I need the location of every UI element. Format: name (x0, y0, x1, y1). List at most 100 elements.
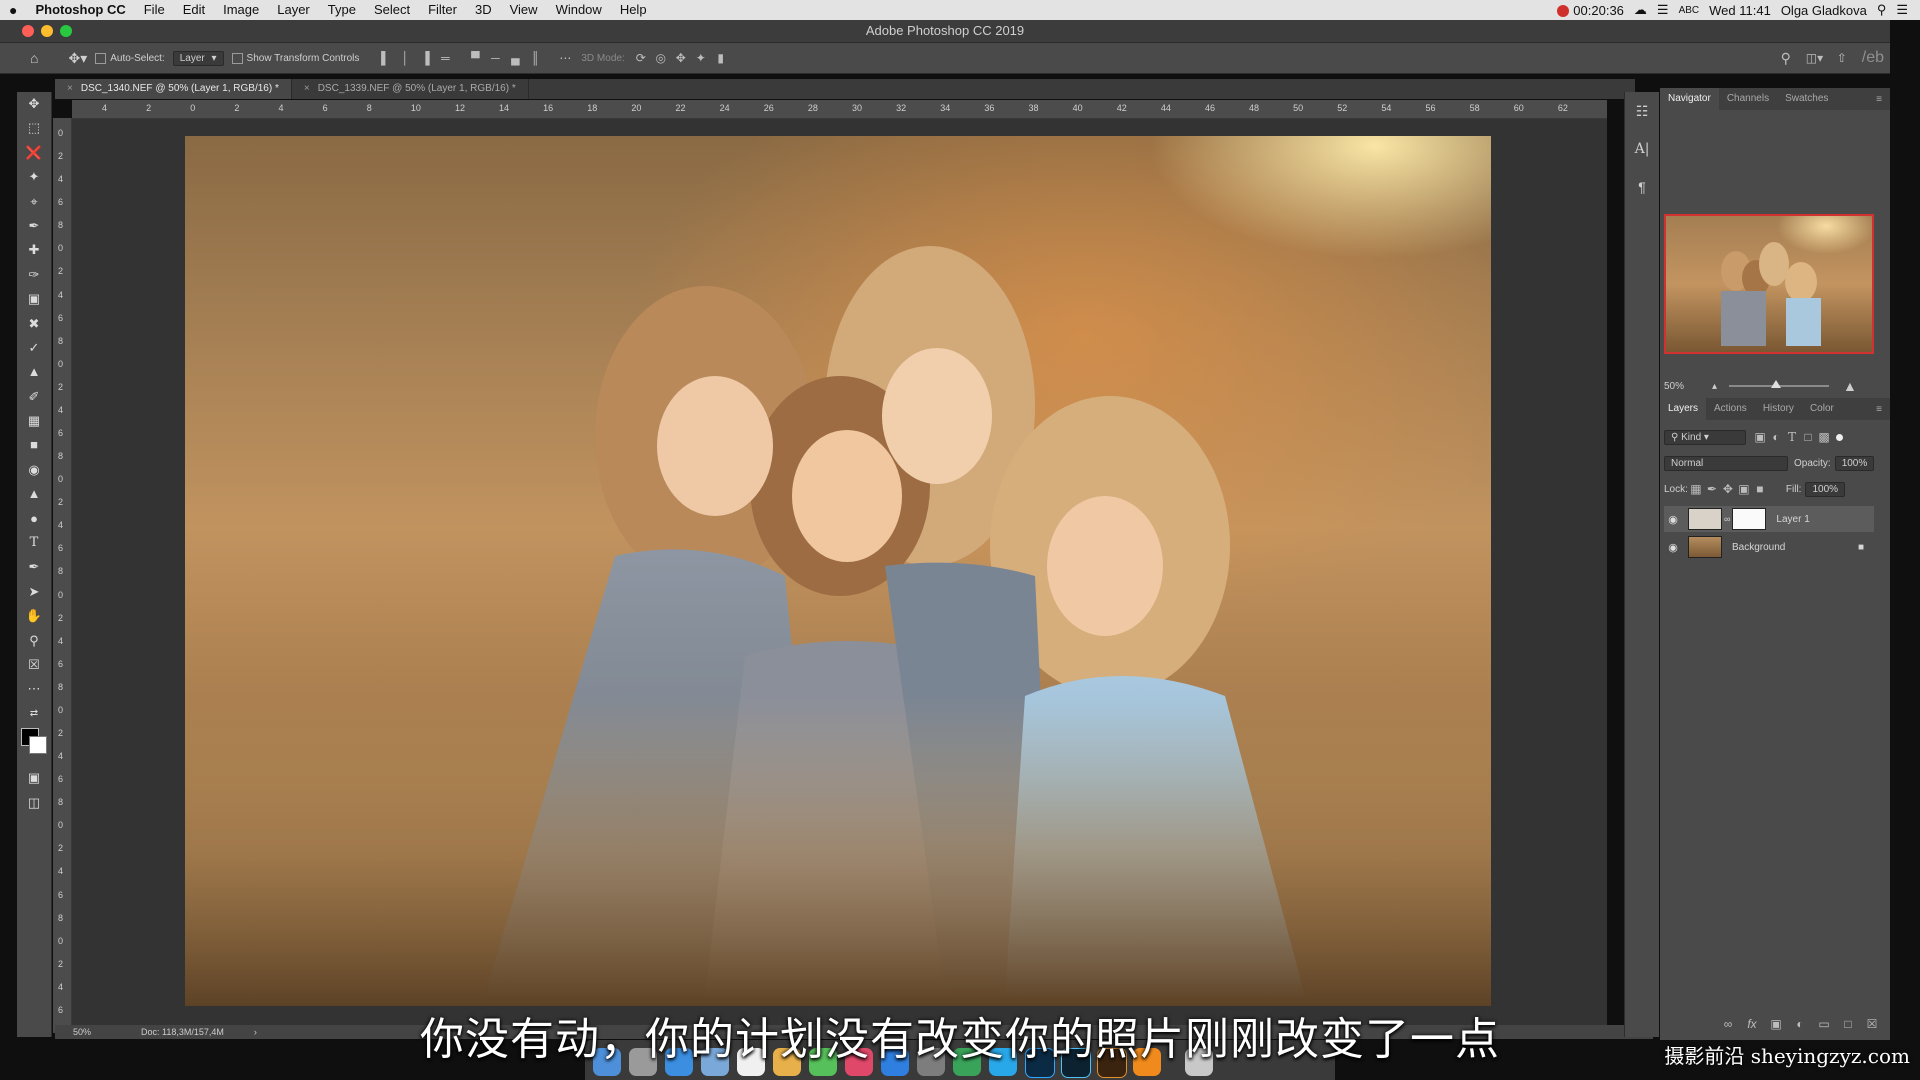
brush-tool-icon[interactable]: ✑ (17, 263, 51, 287)
lock-artboard-icon[interactable]: ▣ (1736, 482, 1752, 496)
tab-document-1340[interactable]: × DSC_1340.NEF @ 50% (Layer 1, RGB/16) * (55, 79, 292, 99)
opacity-field[interactable]: 100% (1834, 455, 1875, 471)
tab-actions[interactable]: Actions (1706, 398, 1755, 420)
tab-navigator[interactable]: Navigator (1660, 88, 1719, 110)
align-middle-icon[interactable]: ─ (487, 51, 503, 65)
menu-layer[interactable]: Layer (268, 0, 319, 20)
paragraph-panel-icon[interactable]: ¶ (1625, 168, 1659, 206)
stamp-tool-icon[interactable]: ▲ (17, 360, 51, 384)
menu-file[interactable]: File (135, 0, 174, 20)
lock-all-icon[interactable]: ■ (1752, 482, 1768, 496)
filter-pixel-icon[interactable]: ▣ (1752, 430, 1768, 444)
layer-1-mask-thumbnail[interactable] (1732, 508, 1767, 530)
menu-image[interactable]: Image (214, 0, 268, 20)
gradient-tool-icon[interactable]: ■ (17, 433, 51, 457)
character-panel-icon[interactable]: A| (1625, 130, 1659, 168)
recording-indicator[interactable]: 00:20:36 (1557, 3, 1624, 18)
zoom-slider-handle[interactable] (1771, 380, 1782, 388)
zoom-tool-icon[interactable]: ⚲ (17, 629, 51, 653)
auto-select-checkbox[interactable] (95, 52, 107, 64)
minimize-window-button[interactable] (41, 25, 53, 37)
distribute-icon[interactable]: ═ (437, 51, 453, 65)
zoom-window-button[interactable] (60, 25, 72, 37)
background-color-swatch[interactable] (29, 736, 47, 755)
3d-camera-icon[interactable]: ▮ (713, 51, 729, 65)
menu-help[interactable]: Help (611, 0, 656, 20)
cloud-icon[interactable]: ☁ (1634, 2, 1647, 18)
menu-type[interactable]: Type (319, 0, 365, 20)
navigator-zoom-value[interactable]: 50% (1664, 381, 1704, 392)
share-icon[interactable]: ⇧ (1834, 51, 1850, 65)
menu-select[interactable]: Select (365, 0, 419, 20)
screen-mode-icon[interactable]: ◫ (17, 791, 51, 815)
menu-filter[interactable]: Filter (419, 0, 466, 20)
close-tab-icon[interactable]: × (67, 83, 73, 94)
align-right-icon[interactable]: ▐ (417, 51, 433, 65)
color-swatches[interactable] (17, 726, 51, 766)
crop-tool-icon[interactable]: ⌖ (17, 190, 51, 214)
mixer-brush-tool-icon[interactable]: ✓ (17, 336, 51, 360)
filter-type-icon[interactable]: T (1784, 430, 1800, 444)
search-icon[interactable]: ⚲ (1778, 50, 1794, 67)
sharpen-tool-icon[interactable]: ▲ (17, 482, 51, 506)
show-transform-checkbox[interactable] (231, 52, 243, 64)
history-brush-tool-icon[interactable]: ✖ (17, 312, 51, 336)
keyboard-input-indicator[interactable]: ABC (1679, 5, 1700, 16)
tab-color[interactable]: Color (1802, 398, 1842, 420)
tab-document-1339[interactable]: × DSC_1339.NEF @ 50% (Layer 1, RGB/16) * (292, 79, 529, 99)
3d-roll-icon[interactable]: ◎ (653, 51, 669, 65)
quick-mask-icon[interactable]: ▣ (17, 766, 51, 790)
dodge-tool-icon[interactable]: ● (17, 507, 51, 531)
blend-mode-dropdown[interactable]: Normal (1664, 455, 1788, 471)
navigator-zoom-slider[interactable] (1729, 380, 1830, 388)
apple-icon[interactable]: ● (0, 0, 26, 20)
menu-3d[interactable]: 3D (466, 0, 501, 20)
pen-tool-icon[interactable]: ✒ (17, 555, 51, 579)
filter-adjustment-icon[interactable]: ◐ (1768, 430, 1784, 444)
menu-view[interactable]: View (501, 0, 547, 20)
healing-brush-tool-icon[interactable]: ✚ (17, 238, 51, 262)
magic-wand-tool-icon[interactable]: ✦ (17, 165, 51, 189)
wifi-icon[interactable]: ☰ (1657, 2, 1669, 18)
align-center-icon[interactable]: │ (397, 51, 413, 65)
zoom-out-icon[interactable]: ▴ (1712, 381, 1717, 392)
move-tool-icon[interactable]: ✥ (17, 92, 51, 116)
filter-shape-icon[interactable]: □ (1800, 430, 1816, 444)
lock-position-icon[interactable]: ✥ (1720, 482, 1736, 496)
tab-layers[interactable]: Layers (1660, 398, 1707, 420)
workspace-icon[interactable]: ◫▾ (1806, 51, 1823, 65)
3d-orbit-icon[interactable]: ⟳ (633, 51, 649, 65)
lasso-tool-icon[interactable]: ❌ (17, 141, 51, 165)
properties-panel-icon[interactable]: ☷ (1625, 92, 1659, 130)
layer-row-layer-1[interactable]: ◉ ∞ Layer 1 (1664, 506, 1874, 532)
path-selection-tool-icon[interactable]: ➤ (17, 580, 51, 604)
3d-pan-icon[interactable]: ✥ (673, 51, 689, 65)
hand-tool-icon[interactable]: ✋ (17, 604, 51, 628)
zoom-in-icon[interactable]: ▲ (1843, 378, 1857, 394)
art-brush-tool-icon[interactable]: ✐ (17, 385, 51, 409)
type-tool-icon[interactable]: T (17, 531, 51, 555)
home-icon[interactable]: ⌂ (30, 50, 38, 66)
app-menu[interactable]: Photoshop CC (26, 0, 134, 20)
smudge-tool-icon[interactable]: ◉ (17, 458, 51, 482)
panel-menu-icon[interactable]: ≡ (1876, 94, 1882, 105)
photo-canvas[interactable] (185, 136, 1491, 1006)
filter-toggle-icon[interactable] (1836, 433, 1843, 441)
layer-row-background[interactable]: ◉ Background ■ (1664, 534, 1874, 560)
filter-smart-object-icon[interactable]: ▩ (1816, 430, 1832, 444)
visibility-eye-icon[interactable]: ◉ (1664, 541, 1682, 554)
horizontal-ruler[interactable]: 4 2 0 2 4 6 8 10 12 14 16 18 20 22 24 26 28 30 32 34 36 38 40 4… (72, 100, 1607, 119)
eyedropper-tool-icon[interactable]: ✒ (17, 214, 51, 238)
tab-channels[interactable]: Channels (1719, 88, 1777, 110)
frame-tool-icon[interactable]: ☒ (17, 653, 51, 677)
auto-select-dropdown[interactable]: Layer ▾ (172, 50, 224, 66)
notification-center-icon[interactable]: ☰ (1896, 2, 1908, 18)
eraser-tool-icon[interactable]: ▦ (17, 409, 51, 433)
visibility-eye-icon[interactable]: ◉ (1664, 513, 1682, 526)
vertical-ruler[interactable]: 024680246802468024680246802468024680246 (53, 118, 72, 1033)
clone-stamp-tool-icon[interactable]: ▣ (17, 287, 51, 311)
distribute-vertical-icon[interactable]: ║ (527, 51, 543, 65)
lock-image-icon[interactable]: ✒ (1704, 482, 1720, 496)
marquee-tool-icon[interactable]: ⬚ (17, 116, 51, 140)
tab-swatches[interactable]: Swatches (1777, 88, 1836, 110)
